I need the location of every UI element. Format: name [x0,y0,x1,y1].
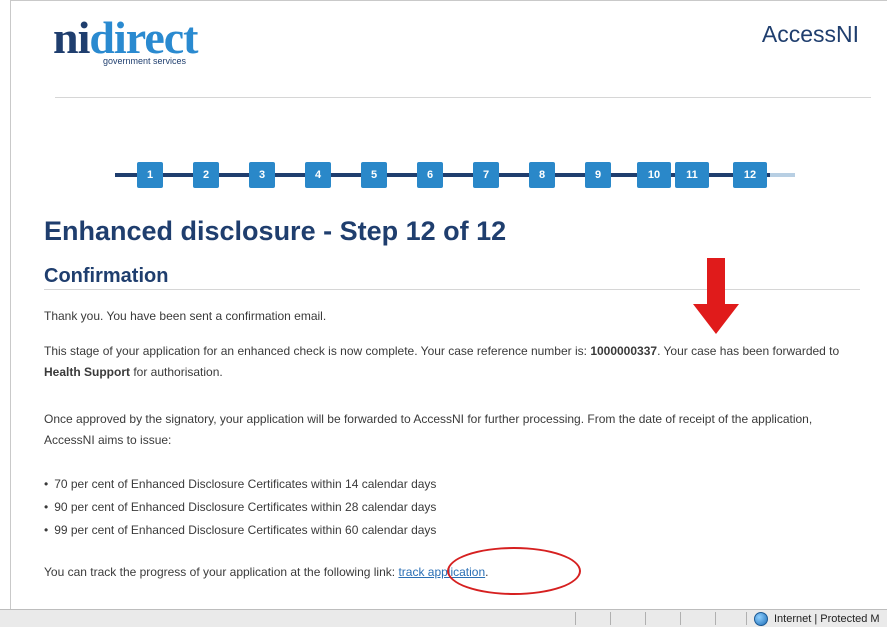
track-text: You can track the progress of your appli… [44,565,399,579]
browser-status-bar: Internet | Protected M [0,609,887,627]
status-divider [746,612,747,625]
site-name: AccessNI [761,21,859,47]
step-4: 4 [305,162,331,188]
red-arrow-annotation [693,258,739,334]
service-targets-list: 70 per cent of Enhanced Disclosure Certi… [44,473,436,542]
status-divider [610,612,611,625]
red-circle-annotation [447,547,581,595]
step-2: 2 [193,162,219,188]
step-3: 3 [249,162,275,188]
status-divider [575,612,576,625]
authorisation-text: for authorisation. [130,365,223,379]
step-progress-line-tail [770,173,795,177]
step-11: 11 [675,162,709,188]
step-8: 8 [529,162,555,188]
security-zone[interactable]: Internet | Protected M [754,612,880,626]
authorising-organisation: Health Support [44,365,130,379]
step-1: 1 [137,162,163,188]
nidirect-logo[interactable]: nidirect [53,15,198,61]
step-10: 10 [637,162,671,188]
case-reference-number: 1000000337 [590,344,658,358]
status-divider [645,612,646,625]
logo-subtitle: government services [103,56,187,66]
processing-info: Once approved by the signatory, your app… [44,412,813,447]
section-title: Confirmation [44,265,169,287]
case-reference-paragraph: This stage of your application for an en… [44,341,856,383]
list-item: 70 per cent of Enhanced Disclosure Certi… [44,473,436,496]
step-progress: 1 2 3 4 5 6 7 8 9 10 11 12 [115,162,795,192]
status-divider [715,612,716,625]
page-title: Enhanced disclosure - Step 12 of 12 [44,216,507,246]
step-12: 12 [733,162,767,188]
security-zone-label: Internet | Protected M [774,613,880,625]
status-divider [680,612,681,625]
list-item: 99 per cent of Enhanced Disclosure Certi… [44,519,436,542]
step-9: 9 [585,162,611,188]
list-item: 90 per cent of Enhanced Disclosure Certi… [44,496,436,519]
case-forward-text: . Your case has been forwarded to [657,344,840,358]
case-reference-text: This stage of your application for an en… [44,344,591,358]
header-divider [55,97,871,98]
globe-icon [754,612,768,626]
step-5: 5 [361,162,387,188]
step-6: 6 [417,162,443,188]
step-7: 7 [473,162,499,188]
